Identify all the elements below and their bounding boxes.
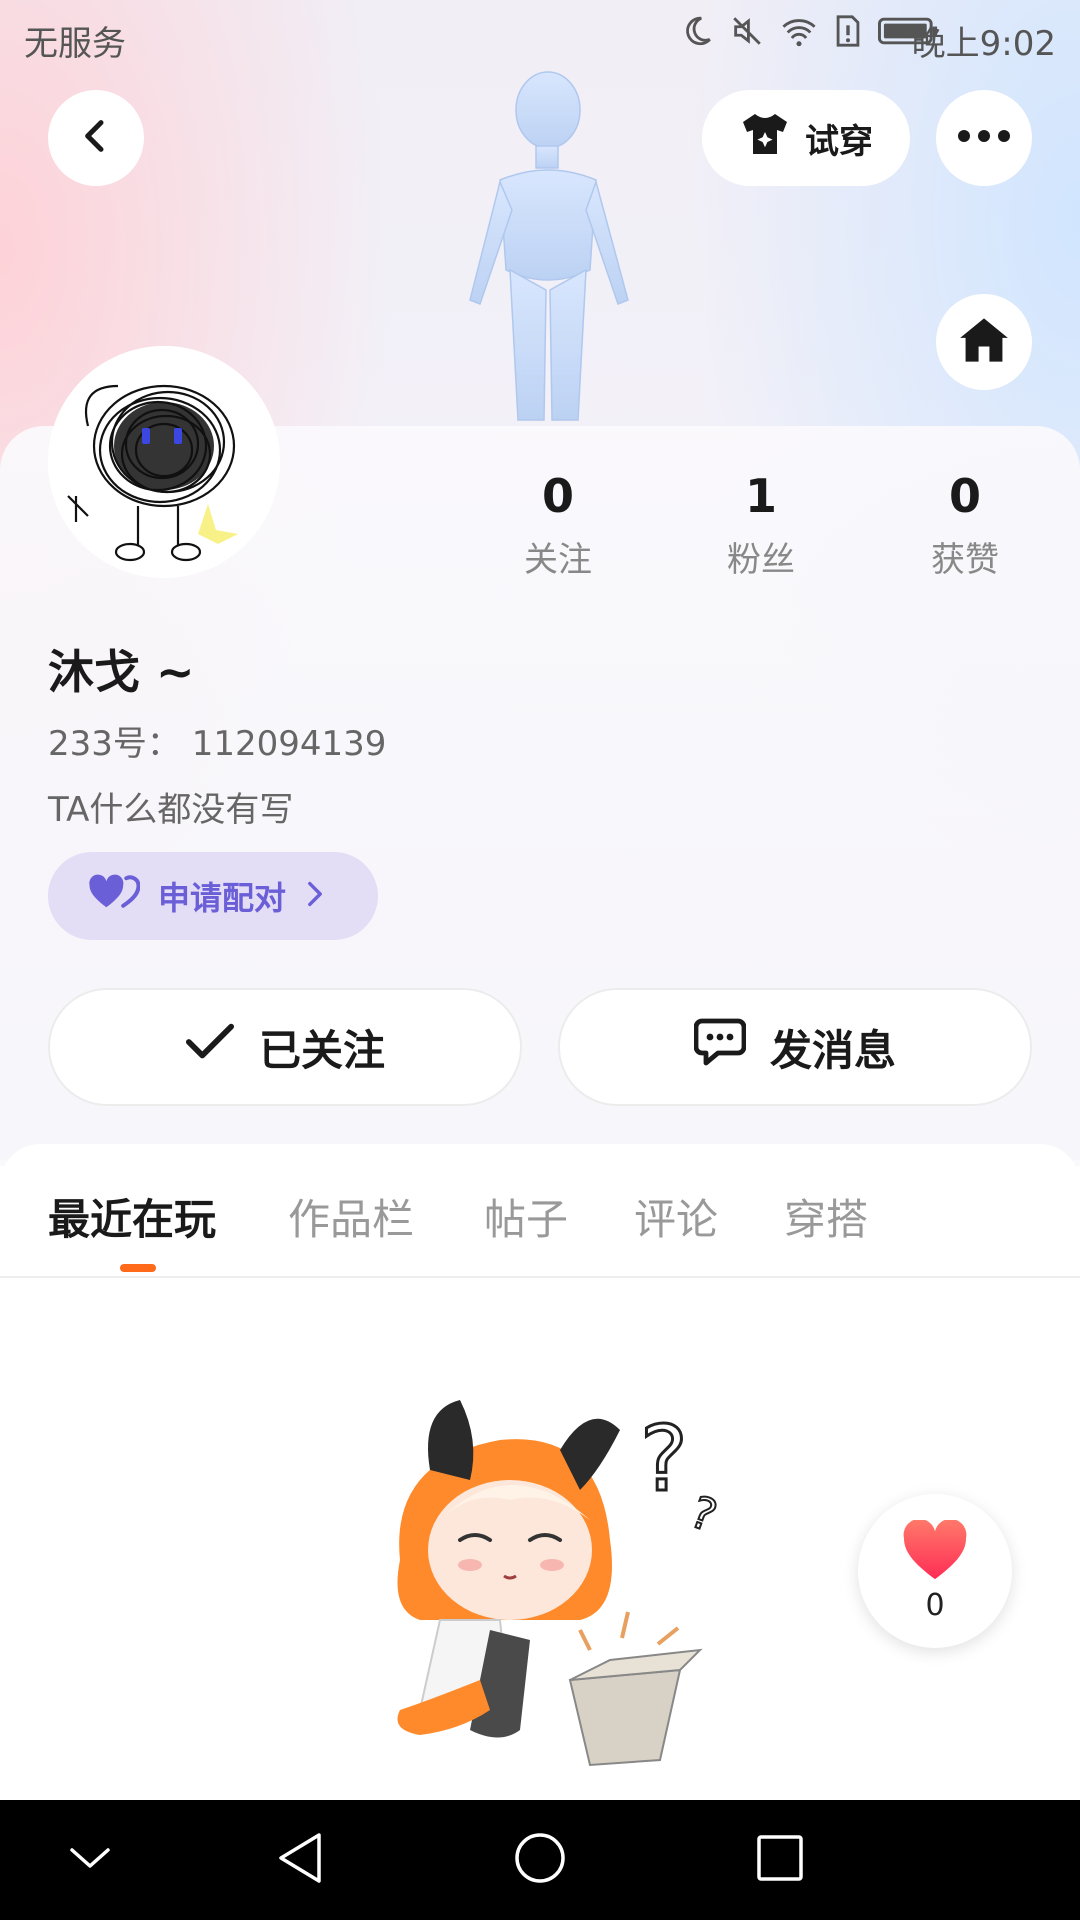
like-count: 0 [925, 1587, 945, 1623]
chevron-right-icon [304, 877, 326, 915]
followed-button[interactable]: 已关注 [48, 988, 522, 1106]
tab-posts[interactable]: 帖子 [484, 1186, 568, 1247]
active-tab-indicator [120, 1264, 156, 1272]
back-button[interactable] [48, 90, 144, 186]
home-button[interactable] [936, 294, 1032, 390]
avatar-3d-figure [440, 70, 640, 430]
nav-back-button[interactable] [270, 1830, 330, 1890]
moon-icon [680, 14, 714, 48]
stat-likes[interactable]: 0 获赞 [885, 466, 1045, 581]
like-button[interactable]: 0 [858, 1494, 1012, 1648]
more-button[interactable] [936, 90, 1032, 186]
fans-count: 1 [744, 469, 777, 523]
try-on-label: 试穿 [805, 121, 873, 162]
tab-comments[interactable]: 评论 [634, 1186, 718, 1247]
wifi-icon [780, 14, 818, 48]
apply-pair-button[interactable]: 申请配对 [48, 852, 378, 940]
home-icon [958, 314, 1010, 370]
double-heart-icon [88, 873, 141, 919]
chevron-left-icon [76, 116, 116, 160]
more-dots-icon [956, 128, 1012, 148]
status-icons [680, 14, 940, 48]
avatar[interactable] [48, 346, 280, 578]
likes-label: 获赞 [931, 540, 999, 580]
svg-text:?: ? [640, 1407, 688, 1512]
shirt-icon [739, 110, 791, 167]
following-count: 0 [541, 469, 574, 523]
circle-home-icon [513, 1831, 567, 1889]
svg-text:?: ? [684, 1487, 723, 1543]
chat-bubble-icon [693, 1017, 747, 1077]
heart-icon [900, 1518, 970, 1586]
fans-label: 粉丝 [727, 540, 795, 580]
tab-recently-played[interactable]: 最近在玩 [48, 1186, 216, 1247]
user-id: 233号： 112094139 [48, 724, 387, 764]
chevron-down-icon [68, 1844, 112, 1876]
clock-text: 晚上9:02 [911, 24, 1056, 64]
apply-pair-label: 申请配对 [158, 879, 287, 917]
tab-works[interactable]: 作品栏 [288, 1186, 414, 1247]
status-bar: 无服务 晚上9:02 [0, 0, 1080, 76]
likes-count: 0 [948, 469, 981, 523]
followed-label: 已关注 [258, 1025, 385, 1075]
user-name: 沐戈 ~ [48, 645, 195, 699]
try-on-button[interactable]: 试穿 [702, 90, 910, 186]
following-label: 关注 [524, 540, 592, 580]
sim-alert-icon [834, 14, 862, 48]
stat-fans[interactable]: 1 粉丝 [681, 466, 841, 581]
user-bio: TA什么都没有写 [48, 790, 294, 830]
empty-state-mascot-illustration: ? ? [360, 1380, 760, 1780]
nav-recents-button[interactable] [750, 1830, 810, 1890]
triangle-back-icon [275, 1831, 325, 1889]
mute-icon [730, 14, 764, 48]
nav-collapse-button[interactable] [60, 1830, 120, 1890]
tab-bar: 最近在玩 作品栏 帖子 评论 穿搭 [0, 1144, 1080, 1278]
send-message-button[interactable]: 发消息 [558, 988, 1032, 1106]
system-navigation-bar [0, 1800, 1080, 1920]
checkmark-icon [185, 1022, 235, 1072]
carrier-text: 无服务 [24, 24, 126, 64]
tab-outfits[interactable]: 穿搭 [784, 1186, 868, 1247]
stat-following[interactable]: 0 关注 [478, 466, 638, 581]
nav-home-button[interactable] [510, 1830, 570, 1890]
square-recents-icon [755, 1833, 805, 1887]
send-message-label: 发消息 [769, 1025, 896, 1075]
